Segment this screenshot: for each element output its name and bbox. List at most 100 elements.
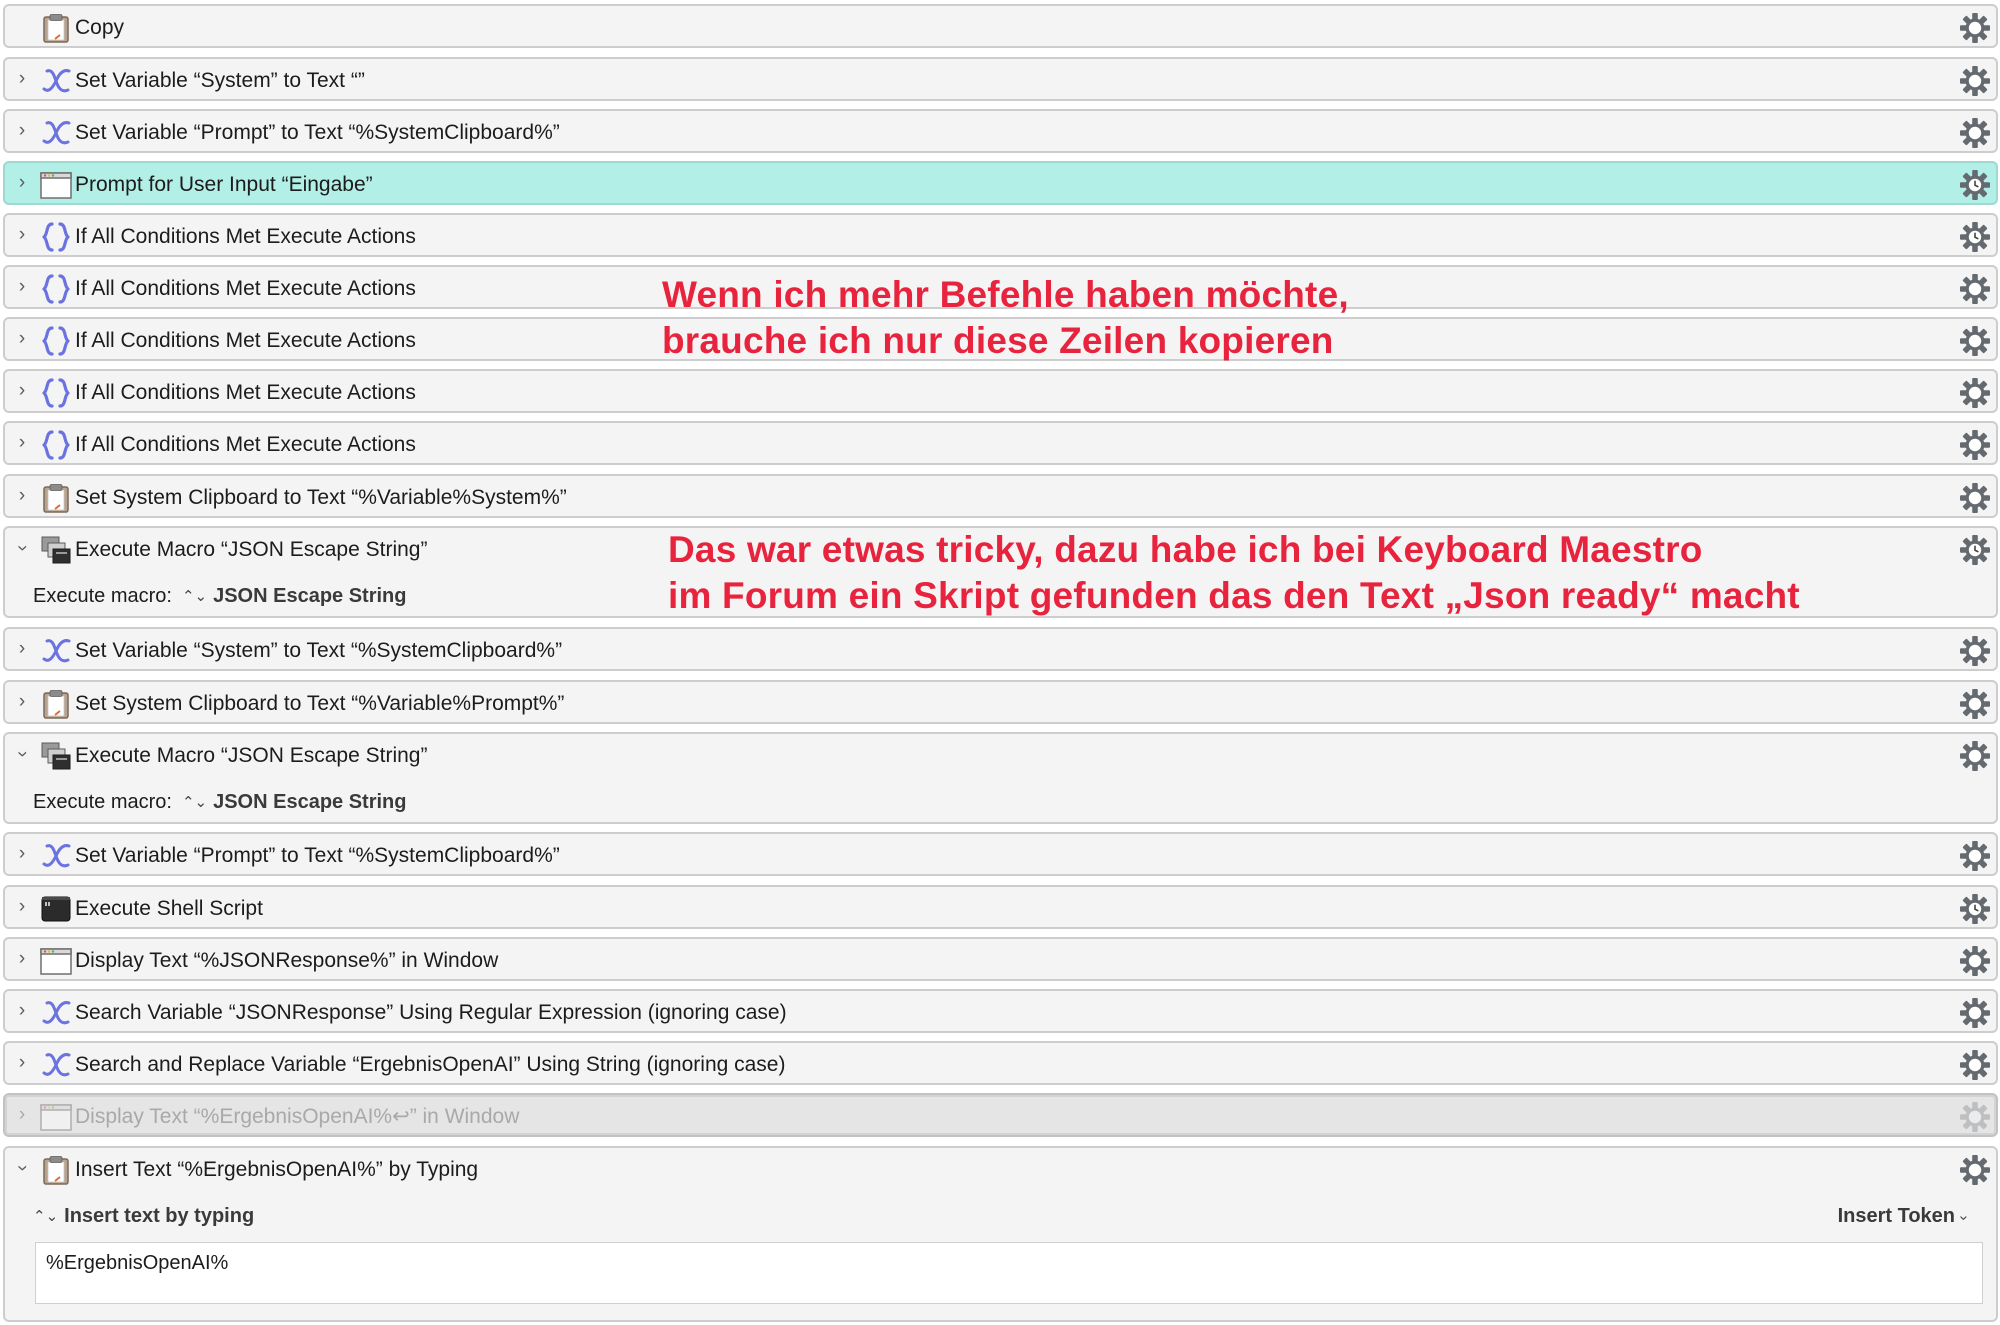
action-title[interactable]: Search Variable “JSONResponse” Using Reg…: [75, 1001, 787, 1025]
action-title[interactable]: Search and Replace Variable “ErgebnisOpe…: [75, 1053, 785, 1077]
expand-chevron-icon[interactable]: ›: [13, 895, 31, 919]
gear-icon[interactable]: [1959, 325, 1991, 357]
expand-chevron-icon[interactable]: ›: [13, 223, 31, 247]
action-row[interactable]: › Search Variable “JSONResponse” Using Re…: [3, 989, 1998, 1033]
action-title[interactable]: If All Conditions Met Execute Actions: [75, 381, 416, 405]
action-header[interactable]: › Execute Macro “JSON Escape String”: [5, 734, 1996, 778]
collapse-chevron-icon[interactable]: ›: [10, 539, 34, 557]
action-row[interactable]: › Display Text “%JSONResponse%” in Window: [3, 937, 1998, 981]
action-title[interactable]: If All Conditions Met Execute Actions: [75, 225, 416, 249]
expand-chevron-icon[interactable]: ›: [13, 484, 31, 508]
action-header[interactable]: › Set Variable “Prompt” to Text “%SystemC…: [5, 834, 1996, 878]
expand-chevron-icon[interactable]: ›: [13, 1103, 31, 1127]
action-row[interactable]: › Search and Replace Variable “ErgebnisOp…: [3, 1041, 1998, 1085]
expand-chevron-icon[interactable]: ›: [13, 275, 31, 299]
action-header[interactable]: Copy: [5, 6, 1996, 50]
action-row[interactable]: › Set Variable “Prompt” to Text “%SystemC…: [3, 832, 1998, 876]
action-row[interactable]: › If All Conditions Met Execute Actions: [3, 421, 1998, 465]
action-row[interactable]: › Display Text “%ErgebnisOpenAI%↩” in Win…: [3, 1093, 1998, 1137]
action-header[interactable]: › If All Conditions Met Execute Actions: [5, 215, 1996, 259]
action-header[interactable]: › Execute Shell Script: [5, 887, 1996, 931]
macro-select[interactable]: JSON Escape String: [213, 791, 406, 813]
collapse-chevron-icon[interactable]: ›: [10, 1159, 34, 1177]
expand-chevron-icon[interactable]: ›: [13, 947, 31, 971]
action-row[interactable]: › Set Variable “System” to Text “%SystemC…: [3, 627, 1998, 671]
expand-chevron-icon[interactable]: ›: [13, 327, 31, 351]
action-row[interactable]: › If All Conditions Met Execute Actions: [3, 369, 1998, 413]
action-row[interactable]: › Prompt for User Input “Eingabe”: [3, 161, 1998, 205]
action-row[interactable]: › Set System Clipboard to Text “%Variable…: [3, 474, 1998, 518]
stepper-icon[interactable]: ⌃⌄: [182, 791, 207, 815]
gear-icon[interactable]: [1959, 377, 1991, 409]
collapse-chevron-icon[interactable]: ›: [10, 745, 34, 763]
action-header[interactable]: › Display Text “%JSONResponse%” in Window: [5, 939, 1996, 983]
expand-chevron-icon[interactable]: ›: [13, 842, 31, 866]
expand-chevron-icon[interactable]: ›: [13, 690, 31, 714]
expand-chevron-icon[interactable]: ›: [13, 171, 31, 195]
action-title[interactable]: Set Variable “Prompt” to Text “%SystemCl…: [75, 844, 560, 868]
gear-icon[interactable]: [1959, 740, 1991, 772]
action-title[interactable]: Set System Clipboard to Text “%Variable%…: [75, 692, 564, 716]
action-title[interactable]: If All Conditions Met Execute Actions: [75, 277, 416, 301]
action-header[interactable]: › Set Variable “System” to Text “%SystemC…: [5, 629, 1996, 673]
expand-chevron-icon[interactable]: ›: [13, 999, 31, 1023]
action-title[interactable]: Set Variable “System” to Text “”: [75, 69, 365, 93]
gear-clock-icon[interactable]: [1959, 169, 1991, 201]
action-row[interactable]: › Execute Shell Script: [3, 885, 1998, 929]
expand-chevron-icon[interactable]: ›: [13, 637, 31, 661]
action-header[interactable]: › Search Variable “JSONResponse” Using Re…: [5, 991, 1996, 1035]
action-header[interactable]: › Insert Text “%ErgebnisOpenAI%” by Typin…: [5, 1148, 1996, 1192]
gear-icon[interactable]: [1959, 273, 1991, 305]
stepper-icon[interactable]: ⌃⌄: [33, 1208, 58, 1225]
gear-icon[interactable]: [1959, 429, 1991, 461]
gear-icon[interactable]: [1959, 688, 1991, 720]
stepper-icon[interactable]: ⌃⌄: [182, 585, 207, 609]
action-title[interactable]: Set Variable “Prompt” to Text “%SystemCl…: [75, 121, 560, 145]
insert-text-field[interactable]: %ErgebnisOpenAI%: [35, 1242, 1983, 1304]
action-row[interactable]: › Execute Macro “JSON Escape String” Execu…: [3, 732, 1998, 824]
gear-icon[interactable]: [1959, 12, 1991, 44]
gear-icon[interactable]: [1959, 997, 1991, 1029]
action-row[interactable]: › Set Variable “System” to Text “”: [3, 57, 1998, 101]
action-title[interactable]: Set Variable “System” to Text “%SystemCl…: [75, 639, 562, 663]
expand-chevron-icon[interactable]: ›: [13, 119, 31, 143]
action-title[interactable]: If All Conditions Met Execute Actions: [75, 329, 416, 353]
gear-icon[interactable]: [1959, 1154, 1991, 1186]
action-header[interactable]: › If All Conditions Met Execute Actions: [5, 371, 1996, 415]
action-title[interactable]: Insert Text “%ErgebnisOpenAI%” by Typing: [75, 1158, 478, 1182]
action-row[interactable]: Copy: [3, 4, 1998, 48]
gear-icon[interactable]: [1959, 840, 1991, 872]
expand-chevron-icon[interactable]: ›: [13, 67, 31, 91]
gear-clock-icon[interactable]: [1959, 893, 1991, 925]
action-row[interactable]: › Insert Text “%ErgebnisOpenAI%” by Typin…: [3, 1146, 1998, 1322]
gear-clock-icon[interactable]: [1959, 221, 1991, 253]
gear-icon[interactable]: [1959, 65, 1991, 97]
action-title[interactable]: Execute Macro “JSON Escape String”: [75, 744, 427, 768]
action-header[interactable]: › Set Variable “System” to Text “”: [5, 59, 1996, 103]
action-header[interactable]: › Search and Replace Variable “ErgebnisOp…: [5, 1043, 1996, 1087]
gear-icon[interactable]: [1959, 1049, 1991, 1081]
gear-icon[interactable]: [1959, 945, 1991, 977]
expand-chevron-icon[interactable]: ›: [13, 1051, 31, 1075]
expand-chevron-icon[interactable]: ›: [13, 431, 31, 455]
expand-chevron-icon[interactable]: ›: [13, 379, 31, 403]
action-title[interactable]: Execute Shell Script: [75, 897, 263, 921]
action-title[interactable]: Set System Clipboard to Text “%Variable%…: [75, 486, 567, 510]
gear-icon[interactable]: [1959, 635, 1991, 667]
action-row[interactable]: › If All Conditions Met Execute Actions: [3, 213, 1998, 257]
insert-mode-select[interactable]: ⌃⌄ Insert text by typing: [33, 1204, 254, 1229]
action-title[interactable]: Execute Macro “JSON Escape String”: [75, 538, 427, 562]
action-header[interactable]: › Set System Clipboard to Text “%Variable…: [5, 682, 1996, 726]
action-header[interactable]: › Display Text “%ErgebnisOpenAI%↩” in Win…: [5, 1095, 1996, 1139]
action-header[interactable]: › If All Conditions Met Execute Actions: [5, 423, 1996, 467]
action-row[interactable]: › Set System Clipboard to Text “%Variable…: [3, 680, 1998, 724]
action-title[interactable]: If All Conditions Met Execute Actions: [75, 433, 416, 457]
action-title[interactable]: Display Text “%JSONResponse%” in Window: [75, 949, 498, 973]
gear-icon[interactable]: [1959, 482, 1991, 514]
action-title[interactable]: Display Text “%ErgebnisOpenAI%↩” in Wind…: [75, 1105, 519, 1129]
gear-icon[interactable]: [1959, 117, 1991, 149]
action-header[interactable]: › Prompt for User Input “Eingabe”: [5, 163, 1996, 207]
action-header[interactable]: › Set System Clipboard to Text “%Variable…: [5, 476, 1996, 520]
action-row[interactable]: › Set Variable “Prompt” to Text “%SystemC…: [3, 109, 1998, 153]
action-title[interactable]: Prompt for User Input “Eingabe”: [75, 173, 373, 197]
